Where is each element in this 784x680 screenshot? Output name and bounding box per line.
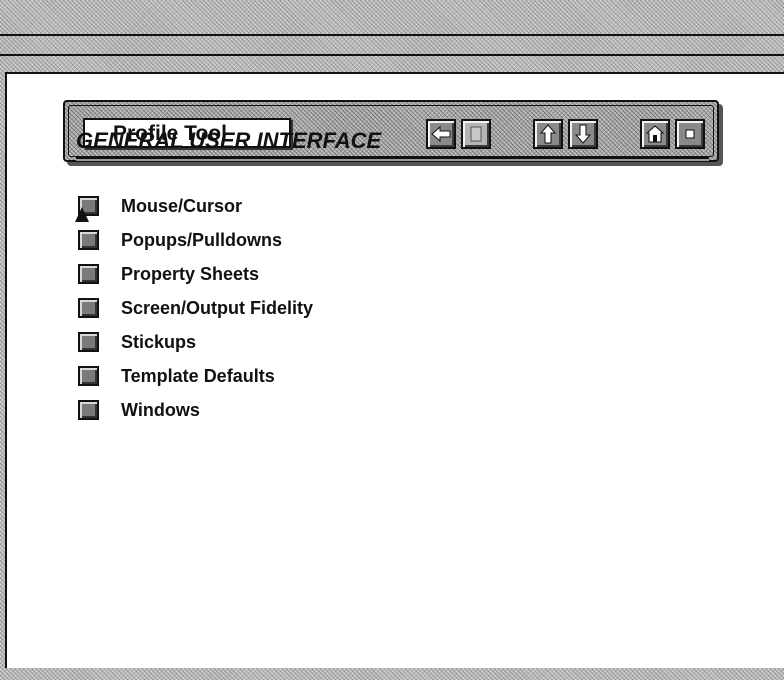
down-arrow-icon bbox=[574, 124, 592, 144]
bullet-button-icon[interactable] bbox=[78, 230, 99, 250]
menu-item-property-sheets[interactable]: Property Sheets bbox=[78, 257, 313, 291]
menu-item-label[interactable]: Windows bbox=[121, 400, 200, 421]
bullet-button-icon[interactable] bbox=[78, 332, 99, 352]
menu-item-stickups[interactable]: Stickups bbox=[78, 325, 313, 359]
window-menu-bar bbox=[0, 36, 784, 56]
bullet-button-icon[interactable] bbox=[78, 366, 99, 386]
menu-item-label[interactable]: Screen/Output Fidelity bbox=[121, 298, 313, 319]
menu-item-label[interactable]: Template Defaults bbox=[121, 366, 275, 387]
blank-page-icon bbox=[470, 126, 482, 142]
window-title-bar[interactable] bbox=[0, 0, 784, 36]
section-heading: GENERAL USER INTERFACE bbox=[76, 128, 382, 153]
menu-item-mouse-cursor[interactable]: Mouse/Cursor bbox=[78, 189, 313, 223]
home-icon bbox=[645, 125, 665, 143]
scroll-up-button[interactable] bbox=[533, 119, 563, 149]
menu-item-template-defaults[interactable]: Template Defaults bbox=[78, 359, 313, 393]
stop-icon bbox=[685, 129, 695, 139]
menu-item-label[interactable]: Stickups bbox=[121, 332, 196, 353]
scroll-down-button[interactable] bbox=[568, 119, 598, 149]
menu-item-windows[interactable]: Windows bbox=[78, 393, 313, 427]
forward-button[interactable] bbox=[461, 119, 491, 149]
bullet-button-icon[interactable] bbox=[78, 400, 99, 420]
stop-button[interactable] bbox=[675, 119, 705, 149]
menu-item-popups-pulldowns[interactable]: Popups/Pulldowns bbox=[78, 223, 313, 257]
up-arrow-icon bbox=[539, 124, 557, 144]
menu-item-label[interactable]: Mouse/Cursor bbox=[121, 196, 242, 217]
bullet-button-icon[interactable] bbox=[78, 298, 99, 318]
bullet-button-icon[interactable] bbox=[78, 264, 99, 284]
mouse-pointer-icon bbox=[75, 207, 89, 222]
heading-divider bbox=[76, 157, 709, 162]
home-button[interactable] bbox=[640, 119, 670, 149]
menu-item-label[interactable]: Property Sheets bbox=[121, 264, 259, 285]
menu-item-screen-output-fidelity[interactable]: Screen/Output Fidelity bbox=[78, 291, 313, 325]
profile-category-list: Mouse/Cursor Popups/Pulldowns Property S… bbox=[75, 189, 313, 427]
back-button[interactable] bbox=[426, 119, 456, 149]
menu-item-label[interactable]: Popups/Pulldowns bbox=[121, 230, 282, 251]
left-arrow-icon bbox=[431, 125, 451, 143]
